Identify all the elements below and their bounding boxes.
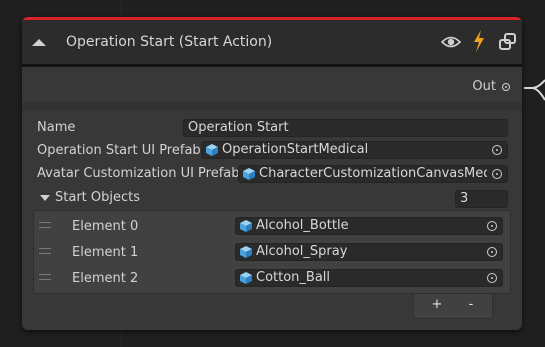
start-objects-label[interactable]: Start Objects <box>55 190 140 205</box>
foldout-arrow-icon[interactable] <box>40 195 50 201</box>
out-port-icon[interactable] <box>502 82 510 91</box>
object-picker-button[interactable] <box>482 244 502 260</box>
object-picker-icon <box>487 247 497 257</box>
out-port[interactable]: Out <box>472 79 510 94</box>
list-footer: + - <box>413 294 493 319</box>
link-icon[interactable] <box>498 32 518 52</box>
element-label: Element 0 <box>72 219 139 234</box>
prefab-cube-icon <box>206 144 218 156</box>
drag-handle-icon[interactable] <box>39 274 51 280</box>
remove-element-button[interactable]: - <box>456 297 486 312</box>
prefab-cube-icon <box>243 168 255 180</box>
bolt-icon[interactable] <box>472 30 486 52</box>
object-picker-icon <box>487 273 497 283</box>
ui-prefab-label: Operation Start UI Prefab <box>37 143 201 158</box>
object-picker-icon <box>487 221 497 231</box>
ui-prefab-value: OperationStartMedical <box>222 142 369 157</box>
prefab-cube-icon <box>240 220 252 232</box>
avatar-prefab-value: CharacterCustomizationCanvasMedi <box>259 166 496 181</box>
prefab-cube-icon <box>240 272 252 284</box>
start-objects-list: Element 0 Alcohol_Bottle Element 1 Alcoh… <box>33 210 511 294</box>
eye-icon[interactable] <box>441 32 461 52</box>
object-picker-icon <box>492 169 502 179</box>
node-header[interactable]: Operation Start (Start Action) <box>22 20 522 67</box>
node-title: Operation Start (Start Action) <box>66 34 273 50</box>
avatar-prefab-field[interactable]: CharacterCustomizationCanvasMedi <box>238 165 508 183</box>
object-picker-icon <box>492 145 502 155</box>
avatar-prefab-label: Avatar Customization UI Prefab <box>37 166 240 181</box>
name-label: Name <box>37 120 76 135</box>
object-picker-button[interactable] <box>482 270 502 286</box>
start-objects-size-field[interactable]: 3 <box>455 190 508 208</box>
list-item: Element 1 Alcohol_Spray <box>34 239 510 265</box>
connection-edge[interactable] <box>522 60 545 120</box>
drag-handle-icon[interactable] <box>39 248 51 254</box>
element-label: Element 1 <box>72 245 139 260</box>
name-field[interactable]: Operation Start <box>183 119 508 137</box>
graph-node[interactable]: Operation Start (Start Action) Out Name … <box>22 17 522 330</box>
element-value: Alcohol_Bottle <box>256 218 349 233</box>
object-picker-button[interactable] <box>487 142 507 158</box>
add-element-button[interactable]: + <box>422 297 452 312</box>
prefab-cube-icon <box>240 246 252 258</box>
object-picker-button[interactable] <box>482 218 502 234</box>
element-value: Alcohol_Spray <box>256 244 348 259</box>
element-value: Cotton_Ball <box>256 270 331 285</box>
drag-handle-icon[interactable] <box>39 222 51 228</box>
out-port-label: Out <box>472 79 496 94</box>
list-item: Element 2 Cotton_Ball <box>34 265 510 291</box>
section-divider <box>22 101 522 111</box>
collapse-icon[interactable] <box>32 39 46 46</box>
element-object-field[interactable]: Alcohol_Bottle <box>235 217 503 235</box>
element-object-field[interactable]: Alcohol_Spray <box>235 243 503 261</box>
list-item: Element 0 Alcohol_Bottle <box>34 213 510 239</box>
ui-prefab-field[interactable]: OperationStartMedical <box>201 141 508 159</box>
element-label: Element 2 <box>72 271 139 286</box>
element-object-field[interactable]: Cotton_Ball <box>235 269 503 287</box>
object-picker-button[interactable] <box>487 166 507 182</box>
